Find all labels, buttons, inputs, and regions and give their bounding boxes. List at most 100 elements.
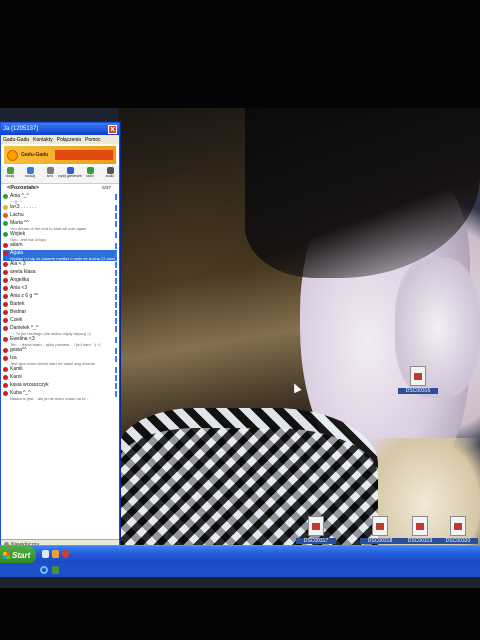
- contact-list-item[interactable]: gosia^^: [3, 347, 117, 355]
- game-icon: [66, 167, 74, 174]
- window-titlebar[interactable]: Ja (1205137) x: [1, 123, 119, 135]
- status-off-icon: [3, 310, 8, 315]
- toolbar-add-button[interactable]: dodaj: [3, 166, 17, 183]
- contact-text: aneta klasa: [10, 269, 115, 275]
- contact-list-item[interactable]: Lachu: [3, 212, 117, 220]
- toolbar-sms-button[interactable]: sms: [43, 166, 57, 183]
- desktop-icon-photo[interactable]: DSC00319: [400, 516, 440, 544]
- contact-text: Ania z 6 g ^^: [10, 293, 115, 299]
- desktop-icon-photo[interactable]: DSC00317: [296, 516, 336, 544]
- contact-text: adam: [10, 242, 115, 248]
- contact-text: Bednar: [10, 309, 115, 315]
- taskbar: Start: [0, 545, 480, 564]
- contact-text: Kamil: [10, 366, 115, 372]
- contact-list-item[interactable]: Iza Jest ginn mam chemi start ref nadzi a…: [3, 355, 117, 366]
- start-button[interactable]: Start: [0, 546, 36, 564]
- promo-banner[interactable]: [55, 150, 113, 160]
- contact-list-item[interactable]: Kuba ^_^ Nauka to jest... ale ja nie mam …: [3, 390, 117, 401]
- toolbar-audio-button[interactable]: audio: [103, 166, 117, 183]
- desktop-icon-photo[interactable]: DSC00320: [438, 516, 478, 544]
- show-desktop-icon[interactable]: [42, 550, 49, 558]
- contact-list-item[interactable]: Agata Wydaje mi się że czasem myślisz o m…: [3, 250, 117, 261]
- status-off-icon: [3, 294, 8, 299]
- gadu-gadu-banner[interactable]: Gadu-Gadu: [4, 146, 116, 164]
- contact-list-item[interactable]: Angelika: [3, 277, 117, 285]
- contact-marker-icon: [115, 391, 117, 397]
- contact-marker-icon: [115, 302, 117, 308]
- toolbar: dodaj szukaj sms wyśij gameweb radio aud…: [1, 166, 119, 184]
- menu-polaczenia[interactable]: Połączenia: [57, 137, 81, 143]
- desktop-icon-label: DSC00320: [438, 538, 478, 544]
- contact-list-item[interactable]: Ala < 3: [3, 261, 117, 269]
- contact-list-item[interactable]: Cziek: [3, 317, 117, 325]
- quicklaunch-app-icon[interactable]: [52, 550, 59, 558]
- contact-marker-icon: [115, 221, 117, 227]
- contact-text: Bartek: [10, 301, 115, 307]
- status-off-icon: [3, 270, 8, 275]
- contact-name: la<3 . . . . . .: [10, 204, 37, 210]
- desktop-icon-photo[interactable]: DSC00316: [398, 366, 438, 394]
- contact-list-item[interactable]: Marta ^^ You dream of the end to start al…: [3, 220, 117, 231]
- status-off-icon: [3, 243, 8, 248]
- screen: DSC00316 DSC00317 DSC00318 DSC00319 DSC0…: [0, 108, 480, 588]
- contact-list-item[interactable]: Danielek ^_^ ~~ To już niedługo (nie woln…: [3, 325, 117, 336]
- contact-text: Danielek ^_^ ~~ To już niedługo (nie woln…: [10, 325, 115, 336]
- contact-text: la<3 . . . . . .: [10, 204, 115, 210]
- menu-kontakty[interactable]: Kontakty: [33, 137, 52, 143]
- contact-list-item[interactable]: aneta klasa: [3, 269, 117, 277]
- contact-text: Agata Wydaje mi się że czasem myślisz o m…: [10, 250, 115, 261]
- contact-text: Marta ^^ You dream of the end to start al…: [10, 220, 115, 231]
- image-file-icon: [372, 516, 388, 536]
- contact-text: Ania <3: [10, 285, 115, 291]
- contact-list-item[interactable]: Bartek: [3, 301, 117, 309]
- toolbar-label: wyśij gameweb: [58, 174, 82, 178]
- contact-name: aneta klasa: [10, 269, 36, 275]
- status-off-icon: [3, 326, 8, 331]
- desktop-icon-photo[interactable]: DSC00318: [360, 516, 400, 544]
- status-off-icon: [3, 391, 8, 396]
- close-button[interactable]: x: [108, 124, 117, 134]
- contact-text: Ewelina <3 Ten ... dzida mam... tylko pow…: [10, 336, 115, 347]
- gadu-gadu-logo-icon: [7, 149, 18, 161]
- contact-list-item[interactable]: Ania <3: [3, 285, 117, 293]
- contact-list-item[interactable]: Karol: [3, 374, 117, 382]
- toolbar-gameweb-button[interactable]: wyśij gameweb: [58, 166, 82, 183]
- contact-name: Bednar: [10, 309, 27, 315]
- contact-name: Lachu: [10, 212, 24, 218]
- contact-marker-icon: [115, 348, 117, 354]
- quicklaunch-app-icon[interactable]: [62, 550, 69, 558]
- radio-icon: [86, 167, 94, 174]
- contact-list-item[interactable]: Kamil: [3, 366, 117, 374]
- menu-gadu-gadu[interactable]: Gadu-Gadu: [3, 137, 29, 143]
- menu-pomoc[interactable]: Pomoc: [85, 137, 101, 143]
- desktop-icon-label: DSC00316: [398, 388, 438, 394]
- contact-list-item[interactable]: Ania ^_^ ~~()~~: [3, 193, 117, 204]
- contact-description: Nauka to jest... ale ja nie mam czasu na…: [10, 396, 89, 401]
- contact-group-header[interactable]: <Pozostałe> 5/37: [3, 185, 117, 193]
- contact-marker-icon: [115, 243, 117, 249]
- contact-name: Bartek: [10, 301, 25, 307]
- contact-list-item[interactable]: Ania z 6 g ^^: [3, 293, 117, 301]
- toolbar-search-button[interactable]: szukaj: [23, 166, 37, 183]
- toolbar-label: szukaj: [25, 174, 35, 178]
- contact-name: kasia wrzaszczyk: [10, 382, 49, 388]
- internet-explorer-icon[interactable]: [40, 566, 48, 574]
- status-off-icon: [3, 302, 8, 307]
- contact-marker-icon: [115, 310, 117, 316]
- contact-list-item[interactable]: Wojtek Opo. Jest Na Urlopo: [3, 231, 117, 242]
- contact-list-item[interactable]: kasia wrzaszczyk: [3, 382, 117, 390]
- toolbar-radio-button[interactable]: radio: [83, 166, 97, 183]
- contact-list-item[interactable]: Bednar: [3, 309, 117, 317]
- quicklaunch-app-icon[interactable]: [52, 566, 59, 574]
- status-off-icon: [3, 356, 8, 361]
- contact-text: Ala < 3: [10, 261, 115, 267]
- window-title: Ja (1205137): [3, 126, 39, 132]
- desktop-icon-label: DSC00319: [400, 538, 440, 544]
- contact-list-item[interactable]: la<3 . . . . . .: [3, 204, 117, 212]
- desktop-icon-label: DSC00318: [360, 538, 400, 544]
- contact-list-item[interactable]: Ewelina <3 Ten ... dzida mam... tylko pow…: [3, 336, 117, 347]
- contact-list-item[interactable]: adam: [3, 242, 117, 250]
- status-off-icon: [3, 251, 8, 256]
- contact-name: Ania z 6 g ^^: [10, 293, 39, 299]
- sms-icon: [46, 167, 54, 174]
